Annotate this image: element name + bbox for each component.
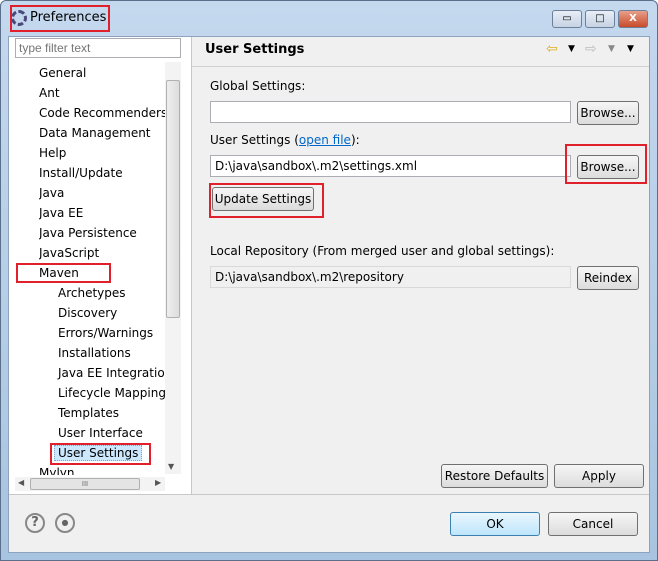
tree-item-label: User Interface [58,426,143,440]
tree-item-label: Java EE [39,206,84,220]
tree-item-templates[interactable]: Templates [58,404,119,422]
tree-item-installations[interactable]: Installations [58,344,131,362]
reindex-button[interactable]: Reindex [577,266,639,290]
tree-item-user-interface[interactable]: User Interface [58,424,143,442]
tree-item-discovery[interactable]: Discovery [58,304,117,322]
tree-item-label: General [39,66,87,80]
annotation-box-update-settings [209,183,324,218]
open-file-link[interactable]: open file [299,133,351,147]
annotation-box-title [10,5,110,32]
annotation-box-maven [16,263,111,283]
tree-item-label: Archetypes [58,286,126,300]
close-button[interactable]: X [618,10,648,28]
tree-vertical-scroll-thumb[interactable] [166,80,180,318]
tree-item-javascript[interactable]: ▷JavaScript [39,244,99,262]
tree-item-label: Templates [58,406,120,420]
local-repo-field: D:\java\sandbox\.m2\repository [210,266,571,288]
restore-defaults-button[interactable]: Restore Defaults [441,464,548,488]
local-repo-label: Local Repository (From merged user and g… [210,244,555,258]
tree-item-java-persistence[interactable]: ▷Java Persistence [39,224,137,242]
tree-item-mylyn[interactable]: ▷Mylyn [39,464,75,475]
panel-divider[interactable] [191,37,192,494]
user-settings-field[interactable]: D:\java\sandbox\.m2\settings.xml [210,155,571,177]
annotation-box-browse [565,144,647,184]
back-menu-chevron-icon[interactable]: ▼ [568,44,575,54]
view-menu-icon[interactable]: ▼ [627,44,634,54]
tree-item-help[interactable]: ▷Help [39,144,66,162]
user-settings-label-text: User Settings ( [210,133,299,147]
tree-item-label: JavaScript [39,246,100,260]
filter-input[interactable] [15,38,181,58]
cancel-button[interactable]: Cancel [548,512,638,536]
tree-item-label: Errors/Warnings [58,326,154,340]
scroll-right-arrow-icon[interactable]: ▶ [155,478,161,487]
help-icon[interactable]: ? [25,513,45,533]
tree-item-errors-warnings[interactable]: Errors/Warnings [58,324,153,342]
forward-menu-chevron-icon[interactable]: ▼ [608,44,615,54]
maximize-button[interactable]: □ [585,10,615,28]
user-settings-label: User Settings (open file): [210,133,360,147]
tree-item-archetypes[interactable]: Archetypes [58,284,126,302]
tree-item-label: Java EE Integration [58,366,165,380]
tree-horizontal-scroll-thumb[interactable]: III [30,478,140,490]
tree-item-label: Mylyn [39,466,75,475]
tree-item-label: Java [39,186,65,200]
ok-button[interactable]: OK [450,512,540,536]
scroll-left-arrow-icon[interactable]: ◀ [18,478,24,487]
scroll-down-arrow-icon[interactable]: ▼ [168,462,174,471]
apply-button[interactable]: Apply [554,464,644,488]
page-title: User Settings [205,42,305,57]
minimize-button[interactable]: ▭ [552,10,582,28]
tree-item-label: Discovery [58,306,118,320]
header-separator [192,66,649,67]
annotation-box-user-settings [50,443,151,465]
tree-item-java-ee-integration[interactable]: Java EE Integration [58,364,165,382]
global-settings-field[interactable] [210,101,571,123]
tree-item-label: Lifecycle Mapping [58,386,165,400]
tree-item-label: Help [39,146,67,160]
tree-item-label: Install/Update [39,166,123,180]
global-settings-label: Global Settings: [210,79,306,93]
back-arrow-icon[interactable]: ⇦ [546,41,558,57]
browse-global-button[interactable]: Browse... [577,101,639,125]
tree-item-label: Java Persistence [39,226,137,240]
tree-item-label: Code Recommenders [39,106,165,120]
tree-item-label: Data Management [39,126,151,140]
import-export-icon[interactable]: ● [55,513,75,533]
tree-item-ant[interactable]: ▷Ant [39,84,60,102]
tree-item-install-update[interactable]: ▷Install/Update [39,164,123,182]
tree-item-label: Installations [58,346,131,360]
forward-arrow-icon[interactable]: ⇨ [585,41,597,57]
tree-item-label: Ant [39,86,60,100]
user-settings-label-end: ): [350,133,360,147]
tree-item-code-recommenders[interactable]: ▷Code Recommenders [39,104,165,122]
footer-separator [9,494,649,495]
tree-item-java-ee[interactable]: ▷Java EE [39,204,83,222]
tree-item-lifecycle-mapping[interactable]: Lifecycle Mapping [58,384,165,402]
tree-item-general[interactable]: ▷General [39,64,86,82]
tree-item-data-management[interactable]: ▷Data Management [39,124,151,142]
tree-item-java[interactable]: ▷Java [39,184,64,202]
